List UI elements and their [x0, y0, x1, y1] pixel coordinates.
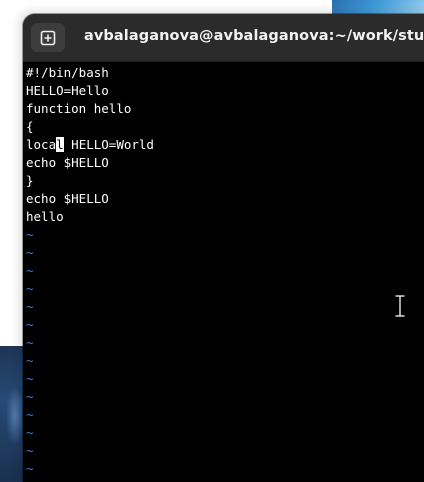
- block-cursor: l: [56, 137, 64, 152]
- editor-text-before-cursor: loca: [26, 137, 57, 152]
- empty-line-marker: ~: [26, 317, 34, 332]
- new-tab-button[interactable]: [31, 23, 65, 52]
- editor-line[interactable]: #!/bin/bash: [26, 64, 424, 82]
- empty-line-marker: ~: [26, 389, 34, 404]
- terminal-window[interactable]: avbalaganova@avbalaganova:~/work/study/2…: [23, 14, 424, 482]
- empty-line-marker: ~: [26, 461, 34, 476]
- editor-line[interactable]: }: [26, 172, 424, 190]
- new-tab-plus-icon: [40, 30, 56, 45]
- empty-line-marker: ~: [26, 407, 34, 422]
- editor-text-after-cursor: HELLO=World: [63, 137, 154, 152]
- empty-line-marker: ~: [26, 443, 34, 458]
- editor-line[interactable]: hello: [26, 208, 424, 226]
- titlebar[interactable]: avbalaganova@avbalaganova:~/work/study/2…: [23, 14, 424, 62]
- empty-line-marker: ~: [26, 299, 34, 314]
- editor-line[interactable]: echo $HELLO: [26, 154, 424, 172]
- editor-line[interactable]: {: [26, 118, 424, 136]
- editor-line-current[interactable]: local HELLO=World: [26, 136, 424, 154]
- terminal-view[interactable]: #!/bin/bash HELLO=Hello function hello {…: [23, 62, 424, 482]
- empty-line-marker: ~: [26, 335, 34, 350]
- editor-line[interactable]: HELLO=Hello: [26, 82, 424, 100]
- empty-line-marker: ~: [26, 425, 34, 440]
- editor-line[interactable]: echo $HELLO: [26, 190, 424, 208]
- window-title: avbalaganova@avbalaganova:~/work/study/2…: [84, 28, 424, 44]
- editor-line[interactable]: function hello: [26, 100, 424, 118]
- empty-line-marker: ~: [26, 245, 34, 260]
- empty-line-marker: ~: [26, 371, 34, 386]
- empty-line-marker: ~: [26, 263, 34, 278]
- empty-line-marker: ~: [26, 227, 34, 242]
- empty-line-marker: ~: [26, 353, 34, 368]
- desktop: avbalaganova@avbalaganova:~/work/study/2…: [0, 0, 424, 482]
- empty-line-marker: ~: [26, 281, 34, 296]
- empty-lines: ~ ~ ~ ~ ~ ~ ~ ~ ~ ~ ~ ~ ~ ~: [26, 226, 424, 478]
- ibeam-cursor-icon: [394, 294, 406, 318]
